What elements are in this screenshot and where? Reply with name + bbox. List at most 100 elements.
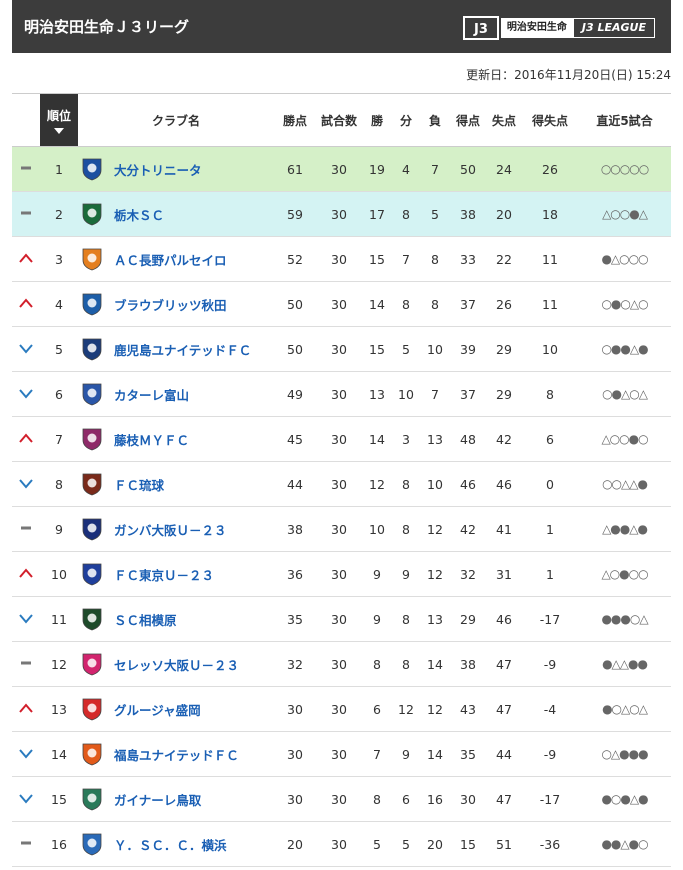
club-name: ブラウブリッツ秋田 <box>114 297 227 313</box>
won-cell: 14 <box>362 416 392 462</box>
rank-cell: 13 <box>40 686 78 732</box>
played-cell: 30 <box>316 191 362 237</box>
club-link[interactable]: Ｙ．ＳＣ．Ｃ．横浜 <box>78 832 274 856</box>
goals-against-cell: 51 <box>486 821 522 867</box>
club-link[interactable]: ＳＣ相模原 <box>78 607 274 631</box>
club-link[interactable]: ＦＣ琉球 <box>78 472 274 496</box>
played-cell: 30 <box>316 326 362 372</box>
played-cell: 30 <box>316 461 362 507</box>
club-cell: ＦＣ琉球 <box>78 461 274 507</box>
table-row: 7 藤枝ＭＹＦＣ 45 30 14 3 13 48 42 6 △○○●○ <box>12 416 671 462</box>
rank-same-icon <box>18 161 34 175</box>
goals-for-header: 得点 <box>450 93 486 147</box>
club-name: Ｙ．ＳＣ．Ｃ．横浜 <box>114 837 227 853</box>
club-link[interactable]: 鹿児島ユナイテッドＦＣ <box>78 337 274 361</box>
played-cell: 30 <box>316 281 362 327</box>
points-cell: 30 <box>274 731 316 777</box>
rank-cell: 2 <box>40 191 78 237</box>
club-link[interactable]: セレッソ大阪Ｕ－２３ <box>78 652 274 676</box>
movement-cell <box>12 776 40 822</box>
recent-form-cell: ○●○△○ <box>578 281 671 327</box>
drawn-cell: 9 <box>392 731 420 777</box>
club-cell: 栃木ＳＣ <box>78 191 274 237</box>
points-cell: 30 <box>274 686 316 732</box>
club-link[interactable]: ガンバ大阪Ｕ－２３ <box>78 517 274 541</box>
club-link[interactable]: ＦＣ東京Ｕ－２３ <box>78 562 274 586</box>
drawn-cell: 4 <box>392 146 420 192</box>
points-cell: 36 <box>274 551 316 597</box>
won-cell: 8 <box>362 641 392 687</box>
points-cell: 44 <box>274 461 316 507</box>
recent-form-cell: ●○●△● <box>578 776 671 822</box>
won-cell: 9 <box>362 596 392 642</box>
drawn-cell: 8 <box>392 191 420 237</box>
movement-cell <box>12 326 40 372</box>
table-row: 4 ブラウブリッツ秋田 50 30 14 8 8 37 26 11 ○●○△○ <box>12 281 671 327</box>
played-cell: 30 <box>316 146 362 192</box>
club-name: グルージャ盛岡 <box>114 702 201 718</box>
table-row: 13 グルージャ盛岡 30 30 6 12 12 43 47 -4 ●○△○△ <box>12 686 671 732</box>
recent-form-cell: ○●●△● <box>578 326 671 372</box>
movement-cell <box>12 236 40 282</box>
goal-difference-header: 得失点 <box>522 93 578 147</box>
lost-cell: 10 <box>420 461 450 507</box>
rank-up-icon <box>18 701 34 715</box>
club-link[interactable]: ＡＣ長野パルセイロ <box>78 247 274 271</box>
rank-cell: 5 <box>40 326 78 372</box>
table-row: 3 ＡＣ長野パルセイロ 52 30 15 7 8 33 22 11 ●△○○○ <box>12 236 671 282</box>
played-cell: 30 <box>316 416 362 462</box>
club-cell: ＳＣ相模原 <box>78 596 274 642</box>
rank-up-icon <box>18 251 34 265</box>
recent-form-header: 直近5試合 <box>578 93 671 147</box>
won-cell: 8 <box>362 776 392 822</box>
drawn-cell: 10 <box>392 371 420 417</box>
club-name: セレッソ大阪Ｕ－２３ <box>114 657 240 673</box>
goals-against-cell: 47 <box>486 686 522 732</box>
recent-form-cell: ●●△●○ <box>578 821 671 867</box>
rank-down-icon <box>18 746 34 760</box>
table-header-row: 順位 クラブ名 勝点 試合数 勝 分 負 得点 失点 得失点 直近5試合 <box>12 93 671 147</box>
won-cell: 6 <box>362 686 392 732</box>
won-cell: 14 <box>362 281 392 327</box>
goals-for-cell: 15 <box>450 821 486 867</box>
standings-table: 順位 クラブ名 勝点 試合数 勝 分 負 得点 失点 得失点 直近5試合 1 大分… <box>12 93 671 867</box>
goals-for-cell: 35 <box>450 731 486 777</box>
club-link[interactable]: 藤枝ＭＹＦＣ <box>78 427 274 451</box>
recent-form-cell: ●△○○○ <box>578 236 671 282</box>
lost-cell: 5 <box>420 191 450 237</box>
club-link[interactable]: カターレ富山 <box>78 382 274 406</box>
club-cell: 福島ユナイテッドＦＣ <box>78 731 274 777</box>
sort-down-icon <box>54 127 64 134</box>
club-crest-icon <box>80 247 104 271</box>
drawn-cell: 8 <box>392 281 420 327</box>
rank-header-label: 順位 <box>46 108 71 123</box>
drawn-cell: 6 <box>392 776 420 822</box>
table-row: 2 栃木ＳＣ 59 30 17 8 5 38 20 18 △○○●△ <box>12 191 671 237</box>
movement-cell <box>12 641 40 687</box>
drawn-cell: 3 <box>392 416 420 462</box>
table-row: 11 ＳＣ相模原 35 30 9 8 13 29 46 -17 ●●●○△ <box>12 596 671 642</box>
points-cell: 35 <box>274 596 316 642</box>
goal-difference-cell: 18 <box>522 191 578 237</box>
club-name: ガンバ大阪Ｕ－２３ <box>114 522 227 538</box>
rank-cell: 8 <box>40 461 78 507</box>
club-link[interactable]: 栃木ＳＣ <box>78 202 274 226</box>
club-link[interactable]: ガイナーレ鳥取 <box>78 787 274 811</box>
played-cell: 30 <box>316 236 362 282</box>
movement-cell <box>12 686 40 732</box>
goals-for-cell: 37 <box>450 371 486 417</box>
table-row: 5 鹿児島ユナイテッドＦＣ 50 30 15 5 10 39 29 10 ○●●△● <box>12 326 671 372</box>
lost-header: 負 <box>420 93 450 147</box>
movement-cell <box>12 416 40 462</box>
club-link[interactable]: 福島ユナイテッドＦＣ <box>78 742 274 766</box>
rank-sort-header[interactable]: 順位 <box>40 93 78 147</box>
goals-for-cell: 46 <box>450 461 486 507</box>
recent-form-cell: ○○○○○ <box>578 146 671 192</box>
club-cell: セレッソ大阪Ｕ－２３ <box>78 641 274 687</box>
club-link[interactable]: グルージャ盛岡 <box>78 697 274 721</box>
club-link[interactable]: ブラウブリッツ秋田 <box>78 292 274 316</box>
league-logo: J3 明治安田生命 J3 LEAGUE <box>462 16 655 40</box>
club-link[interactable]: 大分トリニータ <box>78 157 274 181</box>
club-crest-icon <box>80 517 104 541</box>
rank-cell: 11 <box>40 596 78 642</box>
